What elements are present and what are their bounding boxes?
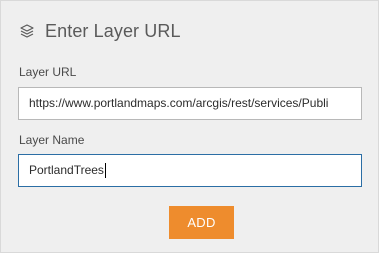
layers-icon bbox=[19, 23, 35, 39]
add-layer-panel: Enter Layer URL Layer URL https://www.po… bbox=[0, 0, 379, 253]
text-caret bbox=[104, 163, 106, 179]
layer-url-label: Layer URL bbox=[19, 65, 77, 79]
layer-name-input[interactable]: PortlandTrees bbox=[18, 154, 362, 187]
layer-url-value: https://www.portlandmaps.com/arcgis/rest… bbox=[29, 96, 329, 110]
panel-title: Enter Layer URL bbox=[45, 20, 181, 41]
layer-url-input[interactable]: https://www.portlandmaps.com/arcgis/rest… bbox=[18, 87, 362, 120]
panel-header: Enter Layer URL bbox=[19, 18, 181, 44]
layer-name-value: PortlandTrees bbox=[29, 163, 104, 177]
add-button[interactable]: ADD bbox=[169, 206, 234, 239]
layer-name-label: Layer Name bbox=[19, 133, 85, 147]
